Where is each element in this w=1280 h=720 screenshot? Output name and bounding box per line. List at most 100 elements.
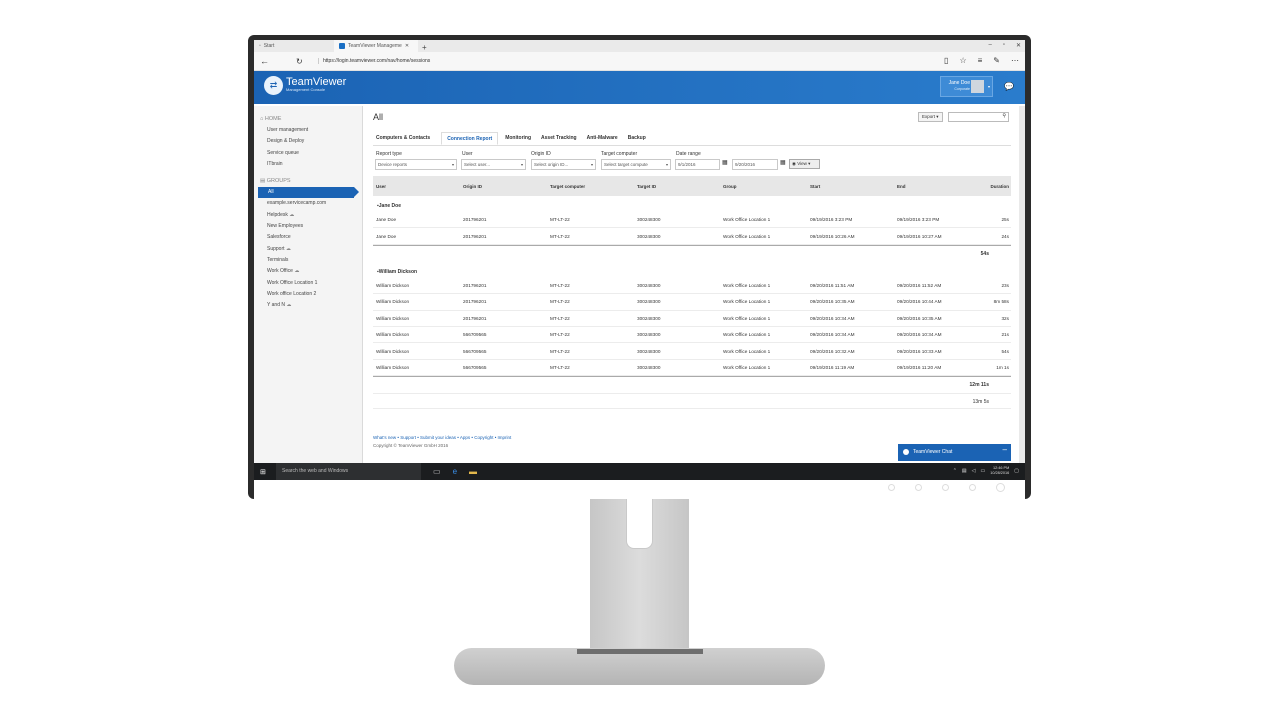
sidebar-item-group[interactable]: Work Office Location 1: [254, 278, 362, 289]
sidebar-item-design-deploy[interactable]: Design & Deploy: [254, 136, 362, 147]
new-tab-button[interactable]: +: [418, 43, 431, 52]
teamviewer-chat-panel[interactable]: TeamViewer Chat –: [898, 444, 1011, 461]
monitor-button[interactable]: [942, 484, 949, 491]
file-explorer-icon[interactable]: ▬: [469, 467, 477, 476]
export-button[interactable]: Export ▾: [918, 112, 943, 122]
column-header[interactable]: Group: [720, 184, 807, 189]
windows-start-icon[interactable]: ⊞: [260, 468, 274, 476]
sidebar-item-group[interactable]: Helpdesk ☁: [254, 210, 362, 221]
monitor-button[interactable]: [888, 484, 895, 491]
table-cell: Work Office Location 1: [723, 364, 771, 370]
column-header[interactable]: End: [894, 184, 981, 189]
edge-browser-icon[interactable]: e: [453, 467, 457, 476]
date-to-field[interactable]: 9/20/2016: [732, 159, 778, 170]
column-header[interactable]: Duration: [981, 184, 1011, 189]
task-view-icon[interactable]: ▭: [433, 467, 441, 476]
monitor: ▫ Start TeamViewer Manageme ✕ + – ▫ ✕ ← …: [248, 35, 1031, 510]
column-header[interactable]: Start: [807, 184, 894, 189]
table-cell: Work Office Location 1: [723, 299, 771, 305]
group-heading[interactable]: ▪William Dickson: [373, 262, 1011, 278]
tab-backup[interactable]: Backup: [625, 132, 653, 145]
date-from-field[interactable]: 9/1/2016: [675, 159, 720, 170]
table-row[interactable]: William Dickson 201796201 MT-LT-22 30024830…: [373, 278, 1011, 295]
chat-bubble-icon[interactable]: 💬: [1004, 82, 1014, 91]
calendar-icon[interactable]: ▦: [722, 159, 728, 166]
minimize-window-button[interactable]: –: [988, 42, 991, 49]
favorite-star-icon[interactable]: ☆: [959, 56, 966, 65]
volume-icon[interactable]: ◁: [972, 468, 976, 474]
sidebar-item-all[interactable]: All: [258, 187, 359, 199]
back-arrow-icon[interactable]: ←: [260, 56, 280, 66]
sidebar-item-group[interactable]: Terminals: [254, 255, 362, 266]
reading-view-icon[interactable]: ▯: [944, 56, 948, 65]
group-label: Work office Location 2: [267, 290, 317, 297]
more-icon[interactable]: ⋯: [1011, 56, 1019, 65]
table-cell: 09/19/2016 10:27 AM: [897, 233, 942, 239]
power-button[interactable]: [996, 483, 1005, 492]
taskbar-search-input[interactable]: Search the web and Windows: [276, 463, 421, 480]
sidebar-item-itbrain[interactable]: ITbrain: [254, 159, 362, 170]
groups-section-header[interactable]: ▤ GROUPS: [254, 170, 362, 187]
network-icon[interactable]: ▤: [962, 468, 967, 474]
calendar-icon[interactable]: ▦: [780, 159, 786, 166]
table-row[interactable]: William Dickson 201796201 MT-LT-22 30024830…: [373, 294, 1011, 311]
scrollbar[interactable]: [1019, 106, 1025, 470]
notifications-icon[interactable]: ▢: [1014, 468, 1019, 474]
target-select[interactable]: Select target compute ▾: [601, 159, 671, 170]
table-row[interactable]: Jane Doe 201796201 MT-LT-22 300248300 Work O…: [373, 212, 1011, 229]
column-header[interactable]: Target ID: [634, 184, 720, 189]
close-window-button[interactable]: ✕: [1016, 42, 1021, 49]
column-header[interactable]: Origin ID: [460, 184, 547, 189]
url-field[interactable]: https://login.teamviewer.com/nav/home/se…: [318, 58, 430, 64]
minimize-chat-button[interactable]: –: [1003, 441, 1007, 458]
sidebar-item-group[interactable]: Work Office ☁: [254, 266, 362, 277]
sidebar-item-group[interactable]: Y and N ☁: [254, 300, 362, 311]
close-tab-icon[interactable]: ✕: [405, 43, 409, 49]
table-cell: MT-LT-22: [550, 364, 570, 370]
tab-computers-contacts[interactable]: Computers & Contacts: [373, 132, 437, 145]
sidebar-item-group[interactable]: Salesforce: [254, 232, 362, 243]
group-label: Y and N: [267, 302, 285, 309]
sidebar-item-group[interactable]: New Employees: [254, 221, 362, 232]
sidebar-item-user-management[interactable]: User management: [254, 125, 362, 136]
tab-asset-tracking[interactable]: Asset Tracking: [538, 132, 584, 145]
web-note-icon[interactable]: ✎: [993, 56, 1000, 65]
tab-monitoring[interactable]: Monitoring: [502, 132, 538, 145]
table-row[interactable]: Jane Doe 201796201 MT-LT-22 300248300 Work O…: [373, 228, 1011, 245]
table-row[interactable]: William Dickson 201796201 MT-LT-22 30024830…: [373, 311, 1011, 327]
keyboard-icon[interactable]: ▭: [981, 468, 986, 474]
origin-filter-label: Origin ID: [531, 151, 551, 157]
group-heading[interactable]: ▪Jane Doe: [373, 196, 1011, 212]
report-type-select[interactable]: Device reports ▾: [375, 159, 457, 170]
teamviewer-logo-icon[interactable]: ⇄: [264, 76, 283, 95]
origin-select[interactable]: Select origin ID... ▾: [531, 159, 596, 170]
browser-tab-start[interactable]: ▫ Start: [254, 40, 334, 52]
sidebar-item-group[interactable]: Work office Location 2: [254, 289, 362, 300]
maximize-window-button[interactable]: ▫: [1003, 42, 1005, 49]
column-header[interactable]: Target computer: [547, 184, 634, 189]
chevron-up-icon[interactable]: ⌃: [953, 468, 957, 474]
table-row[interactable]: William Dickson 566709565 MT-LT-22 30024830…: [373, 360, 1011, 377]
user-menu[interactable]: Jane Doe Corporate ▾: [940, 76, 993, 97]
table-row[interactable]: William Dickson 566709565 MT-LT-22 30024830…: [373, 327, 1011, 344]
home-section-header[interactable]: ⌂ HOME: [254, 106, 362, 125]
table-cell: 566709565: [463, 332, 487, 338]
view-button[interactable]: ◉ View ▾: [789, 159, 820, 169]
monitor-button[interactable]: [915, 484, 922, 491]
caret-down-icon: ▾: [665, 162, 668, 167]
clock[interactable]: 12:46 PM 10/28/2016: [990, 466, 1009, 476]
sidebar-item-group[interactable]: Support ☁: [254, 244, 362, 255]
search-input[interactable]: ⚲: [948, 112, 1009, 122]
browser-tab-teamviewer[interactable]: TeamViewer Manageme ✕: [334, 40, 418, 52]
monitor-button[interactable]: [969, 484, 976, 491]
column-header[interactable]: User: [373, 184, 460, 189]
sidebar-item-group[interactable]: example.servicecamp.com: [254, 198, 362, 209]
footer-links[interactable]: What's new • Support • Submit your ideas…: [373, 435, 511, 440]
tab-connection-report[interactable]: Connection Report: [441, 132, 499, 145]
tab-anti-malware[interactable]: Anti-Malware: [584, 132, 625, 145]
user-select[interactable]: Select user... ▾: [461, 159, 526, 170]
table-row[interactable]: William Dickson 566709565 MT-LT-22 30024830…: [373, 343, 1011, 360]
refresh-icon[interactable]: ↻: [296, 57, 308, 66]
hub-icon[interactable]: ≡: [978, 56, 983, 65]
sidebar-item-service-queue[interactable]: Service queue: [254, 148, 362, 159]
